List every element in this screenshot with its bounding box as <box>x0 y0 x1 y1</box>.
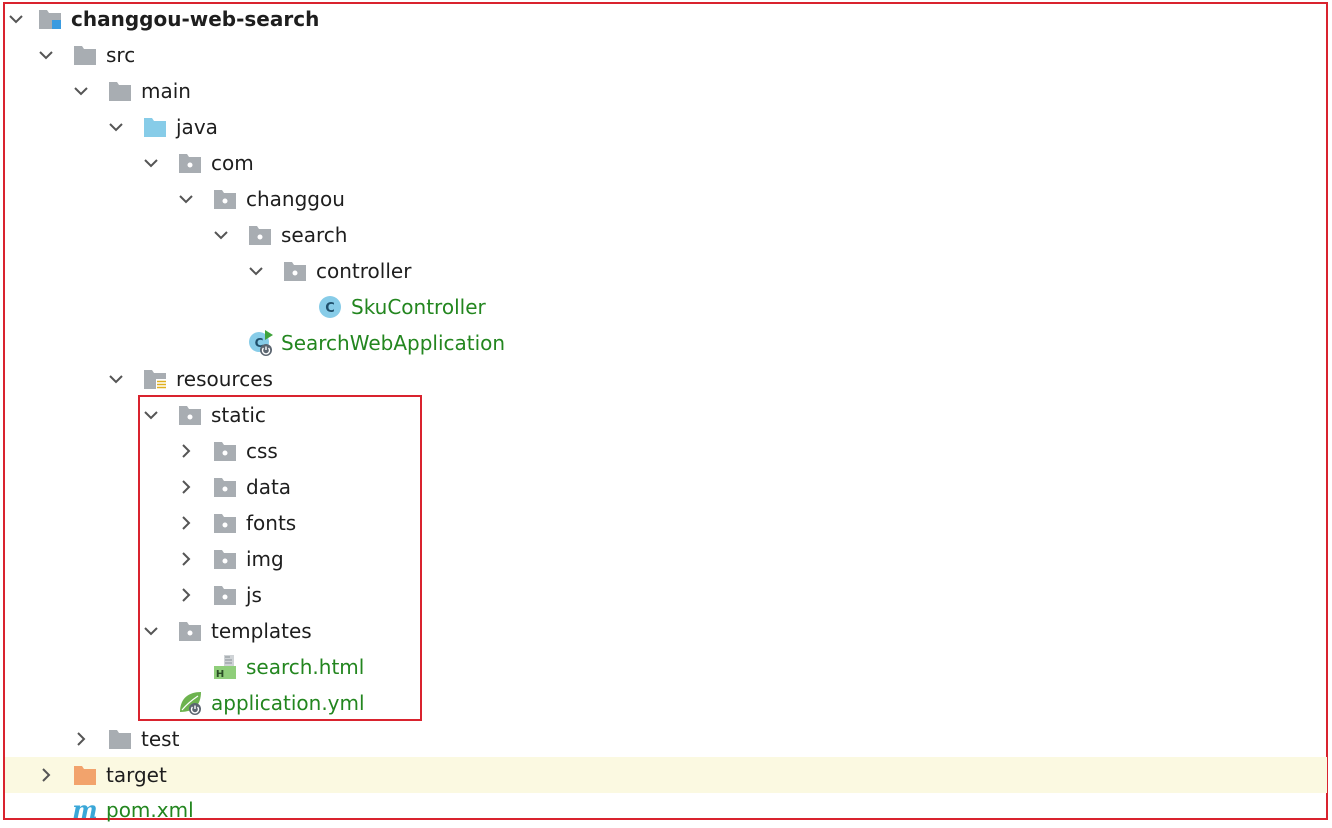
package-icon <box>210 469 240 505</box>
tree-label: java <box>176 115 218 139</box>
chevron-right-icon[interactable] <box>175 505 197 541</box>
chevron-down-icon[interactable] <box>245 253 267 289</box>
package-icon <box>210 577 240 613</box>
chevron-down-icon[interactable] <box>140 613 162 649</box>
tree-label: SkuController <box>351 295 486 319</box>
tree-row-resources[interactable]: resources <box>5 361 1327 397</box>
source-folder-icon <box>140 109 170 145</box>
maven-file-icon: m <box>70 792 100 828</box>
chevron-down-icon[interactable] <box>5 1 27 37</box>
tree-row-templates[interactable]: templates <box>5 613 1327 649</box>
chevron-right-icon[interactable] <box>175 469 197 505</box>
tree-label: controller <box>316 259 412 283</box>
svg-text:C: C <box>325 301 335 316</box>
chevron-down-icon[interactable] <box>175 181 197 217</box>
package-icon <box>210 505 240 541</box>
chevron-right-icon[interactable] <box>70 721 92 757</box>
tree-row-root[interactable]: changgou-web-search <box>5 1 1327 37</box>
html-file-icon: H <box>210 649 240 685</box>
tree-label: resources <box>176 367 273 391</box>
chevron-down-icon[interactable] <box>210 217 232 253</box>
tree-label: img <box>246 547 284 571</box>
spring-config-file-icon <box>175 685 205 721</box>
chevron-down-icon[interactable] <box>140 145 162 181</box>
tree-label: data <box>246 475 292 499</box>
svg-text:H: H <box>216 669 224 680</box>
chevron-down-icon[interactable] <box>70 73 92 109</box>
tree-row-main[interactable]: main <box>5 73 1327 109</box>
tree-label: target <box>106 763 167 787</box>
tree-label: pom.xml <box>106 798 194 822</box>
package-icon <box>280 253 310 289</box>
resources-folder-icon <box>140 361 170 397</box>
excluded-folder-icon <box>70 757 100 793</box>
tree-row-data[interactable]: data <box>5 469 1327 505</box>
tree-row-search-html[interactable]: H search.html <box>5 649 1327 685</box>
tree-row-target[interactable]: target <box>5 757 1327 793</box>
tree-row-application-yml[interactable]: application.yml <box>5 685 1327 721</box>
tree-row-controller[interactable]: controller <box>5 253 1327 289</box>
tree-row-changgou[interactable]: changgou <box>5 181 1327 217</box>
package-icon <box>175 613 205 649</box>
tree-label: application.yml <box>211 691 365 715</box>
tree-label: com <box>211 151 254 175</box>
tree-label: src <box>106 43 136 67</box>
package-icon <box>245 217 275 253</box>
package-icon <box>175 397 205 433</box>
tree-row-img[interactable]: img <box>5 541 1327 577</box>
spring-boot-application-icon: C <box>245 325 275 361</box>
tree-label: css <box>246 439 278 463</box>
tree-label: js <box>246 583 262 607</box>
tree-row-java[interactable]: java <box>5 109 1327 145</box>
package-icon <box>175 145 205 181</box>
tree-label: search.html <box>246 655 365 679</box>
package-icon <box>210 433 240 469</box>
tree-label: static <box>211 403 266 427</box>
tree-label: changgou-web-search <box>71 7 320 31</box>
chevron-right-icon[interactable] <box>175 577 197 613</box>
tree-row-sku-controller[interactable]: C SkuController <box>5 289 1327 325</box>
chevron-right-icon[interactable] <box>175 433 197 469</box>
folder-icon <box>70 37 100 73</box>
chevron-down-icon[interactable] <box>105 361 127 397</box>
chevron-down-icon[interactable] <box>105 109 127 145</box>
tree-row-fonts[interactable]: fonts <box>5 505 1327 541</box>
package-icon <box>210 541 240 577</box>
tree-label: changgou <box>246 187 345 211</box>
tree-row-css[interactable]: css <box>5 433 1327 469</box>
folder-icon <box>105 73 135 109</box>
chevron-down-icon[interactable] <box>35 37 57 73</box>
tree-row-js[interactable]: js <box>5 577 1327 613</box>
tree-row-search[interactable]: search <box>5 217 1327 253</box>
tree-row-com[interactable]: com <box>5 145 1327 181</box>
java-class-icon: C <box>315 289 345 325</box>
chevron-down-icon[interactable] <box>140 397 162 433</box>
tree-label: search <box>281 223 348 247</box>
tree-row-test[interactable]: test <box>5 721 1327 757</box>
tree-row-pom-xml[interactable]: m pom.xml <box>5 792 1327 828</box>
svg-text:m: m <box>72 795 97 824</box>
tree-label: templates <box>211 619 312 643</box>
tree-row-static[interactable]: static <box>5 397 1327 433</box>
chevron-right-icon[interactable] <box>175 541 197 577</box>
module-folder-icon <box>35 1 65 37</box>
package-icon <box>210 181 240 217</box>
chevron-right-icon[interactable] <box>35 757 57 793</box>
tree-label: test <box>141 727 180 751</box>
folder-icon <box>105 721 135 757</box>
tree-row-src[interactable]: src <box>5 37 1327 73</box>
tree-label: SearchWebApplication <box>281 331 506 355</box>
tree-row-search-web-application[interactable]: C SearchWebApplication <box>5 325 1327 361</box>
tree-label: fonts <box>246 511 297 535</box>
tree-label: main <box>141 79 191 103</box>
